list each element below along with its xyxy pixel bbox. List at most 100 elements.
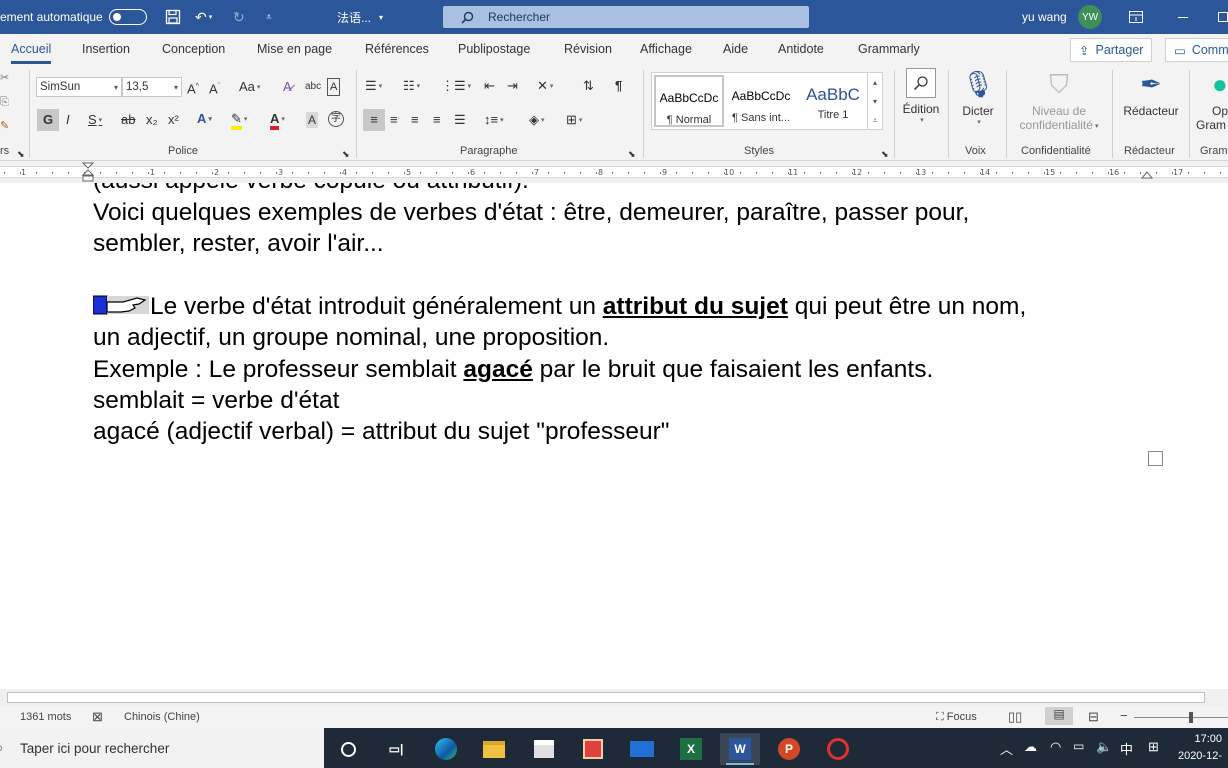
styles-launcher-icon[interactable]: ⬊ <box>881 146 889 162</box>
character-border-icon[interactable]: A <box>327 78 341 96</box>
tab-antidote[interactable]: Antidote <box>778 42 824 56</box>
font-launcher-icon[interactable]: ⬊ <box>342 146 350 162</box>
taskbar-search[interactable]: Taper ici pour rechercher <box>0 728 324 768</box>
show-formatting-icon[interactable]: ¶ <box>615 78 622 94</box>
ime-mode-icon[interactable]: ⊞ <box>1148 739 1159 755</box>
distribute-icon[interactable]: ☰ <box>454 112 466 128</box>
bold-button[interactable]: G <box>37 109 59 131</box>
italic-button[interactable]: I <box>66 112 70 128</box>
maximize-icon[interactable] <box>1218 0 1228 34</box>
paragraph-launcher-icon[interactable]: ⬊ <box>628 146 636 162</box>
subscript-button[interactable]: x₂ <box>146 112 158 128</box>
text-effects-icon[interactable]: A ▾ <box>197 111 212 128</box>
document-title[interactable]: 法语... ▾ <box>337 0 383 34</box>
file-explorer-icon[interactable] <box>474 733 514 765</box>
save-icon[interactable] <box>165 0 181 34</box>
numbering-icon[interactable]: ☷ ▾ <box>403 78 420 95</box>
phonetic-guide-icon[interactable]: abc <box>305 79 321 95</box>
word-count[interactable]: 1361 mots <box>20 711 71 723</box>
decrease-indent-icon[interactable]: ⇤ <box>484 78 495 94</box>
tab-revision[interactable]: Révision <box>564 42 612 56</box>
cut-icon[interactable]: ✂ <box>0 70 9 86</box>
underline-button[interactable]: S ▾ <box>88 112 102 129</box>
undo-icon[interactable]: ↶ ▾ <box>195 0 212 34</box>
wifi-icon[interactable]: ◠ <box>1050 739 1061 755</box>
excel-icon[interactable]: X <box>671 733 711 765</box>
right-indent-marker-icon[interactable] <box>1141 169 1153 179</box>
clipboard-launcher-icon[interactable]: ⬊ <box>17 146 25 162</box>
edition-button[interactable]: Édition ▾ <box>901 68 941 124</box>
superscript-button[interactable]: x² <box>168 112 179 128</box>
shading-icon[interactable]: ◈ ▾ <box>529 112 545 129</box>
zoom-slider[interactable] <box>1134 717 1228 718</box>
tab-affichage[interactable]: Affichage <box>640 42 692 56</box>
tab-insertion[interactable]: Insertion <box>82 42 130 56</box>
style-sans-interligne[interactable]: AaBbCcDc ¶ Sans int... <box>726 75 796 127</box>
comments-button[interactable]: ▭ Comm <box>1165 38 1228 62</box>
screen-recorder-icon[interactable] <box>818 733 858 765</box>
ribbon-display-options-icon[interactable] <box>1129 0 1143 34</box>
increase-indent-icon[interactable]: ⇥ <box>507 78 518 94</box>
zoom-out-icon[interactable]: − <box>1120 708 1128 723</box>
align-right-icon[interactable]: ≡ <box>411 112 419 128</box>
user-name[interactable]: yu wang <box>1022 0 1067 34</box>
print-layout-icon[interactable]: ▤ <box>1045 707 1073 725</box>
shrink-font-icon[interactable]: Aˇ <box>209 79 220 97</box>
scrollbar-thumb[interactable] <box>7 692 1205 703</box>
user-avatar-wrap[interactable]: YW <box>1078 0 1102 34</box>
onedrive-icon[interactable]: ☁ <box>1024 739 1037 755</box>
tab-accueil[interactable]: Accueil <box>11 42 52 64</box>
zoom-slider-thumb[interactable] <box>1189 712 1193 723</box>
search-box[interactable]: Rechercher <box>443 6 809 28</box>
language-indicator[interactable]: Chinois (Chine) <box>124 711 200 723</box>
style-titre-1[interactable]: AaBbC Titre 1 <box>798 75 868 127</box>
tab-publipostage[interactable]: Publipostage <box>458 42 530 56</box>
grow-font-icon[interactable]: A^ <box>187 79 199 97</box>
grammarly-open-button[interactable]: ● Op Gram <box>1196 68 1228 132</box>
tab-mise-en-page[interactable]: Mise en page <box>257 42 332 56</box>
show-hidden-icons[interactable]: ︿ <box>1000 739 1013 758</box>
web-layout-icon[interactable]: ⊟ <box>1088 709 1099 725</box>
line-spacing-icon[interactable]: ↕≡ ▾ <box>484 112 504 129</box>
borders-icon[interactable]: ⊞ ▾ <box>566 112 582 129</box>
word-icon[interactable]: W <box>720 733 760 765</box>
multilevel-list-icon[interactable]: ⋮☰ ▾ <box>441 78 471 95</box>
redo-icon[interactable]: ↻ <box>233 0 245 34</box>
focus-button[interactable]: ⛶ Focus <box>936 711 977 724</box>
read-mode-icon[interactable]: ▯▯ <box>1008 709 1022 725</box>
volume-icon[interactable]: 🔈 <box>1096 739 1112 755</box>
horizontal-scrollbar[interactable] <box>0 689 1228 706</box>
horizontal-ruler[interactable]: 1 1 2 3 4 5 6 7 8 9 10 11 12 13 14 15 16 17 <box>0 161 1228 183</box>
change-case-button[interactable]: Aa ▾ <box>239 79 260 96</box>
minimize-icon[interactable] <box>1178 0 1188 34</box>
tab-references[interactable]: Références <box>365 42 429 56</box>
tab-aide[interactable]: Aide <box>723 42 748 56</box>
dictate-button[interactable]: 🎙 Dicter ▾ <box>958 68 998 126</box>
enclose-characters-icon[interactable]: 字 <box>328 111 344 127</box>
align-center-icon[interactable]: ≡ <box>390 112 398 128</box>
system-clock[interactable]: 17:00 2020-12- <box>1178 731 1222 765</box>
font-name-select[interactable]: SimSun ▾ <box>36 77 122 97</box>
gift-icon[interactable] <box>573 733 613 765</box>
indent-marker-icon[interactable] <box>82 162 94 182</box>
autosave-toggle[interactable] <box>108 9 147 25</box>
ime-indicator[interactable]: 中 <box>1120 739 1133 758</box>
asian-layout-icon[interactable]: ✕ ▾ <box>537 78 553 95</box>
sensitivity-button[interactable]: ⛉ Niveau de confidentialité ▾ <box>1012 68 1106 132</box>
strikethrough-button[interactable]: ab <box>121 112 135 128</box>
cortana-icon[interactable] <box>328 733 368 765</box>
format-painter-icon[interactable]: ✎ <box>0 118 9 134</box>
bullets-icon[interactable]: ☰ ▾ <box>365 78 382 95</box>
task-view-icon[interactable]: ▭| <box>376 733 416 765</box>
justify-icon[interactable]: ≡ <box>433 112 441 128</box>
editor-button[interactable]: ✒ Rédacteur <box>1120 68 1182 118</box>
font-color-icon[interactable]: A ▾ <box>270 111 285 130</box>
mail-icon[interactable] <box>622 733 662 765</box>
edge-icon[interactable] <box>426 733 466 765</box>
document-canvas[interactable]: (aussi appelé verbe copule ou attributif… <box>0 183 1228 689</box>
style-normal[interactable]: AaBbCcDc ¶ Normal <box>654 75 724 127</box>
store-icon[interactable] <box>524 733 564 765</box>
align-left-button[interactable]: ≡ <box>363 109 385 131</box>
tab-conception[interactable]: Conception <box>162 42 225 56</box>
tab-grammarly[interactable]: Grammarly <box>858 42 920 56</box>
